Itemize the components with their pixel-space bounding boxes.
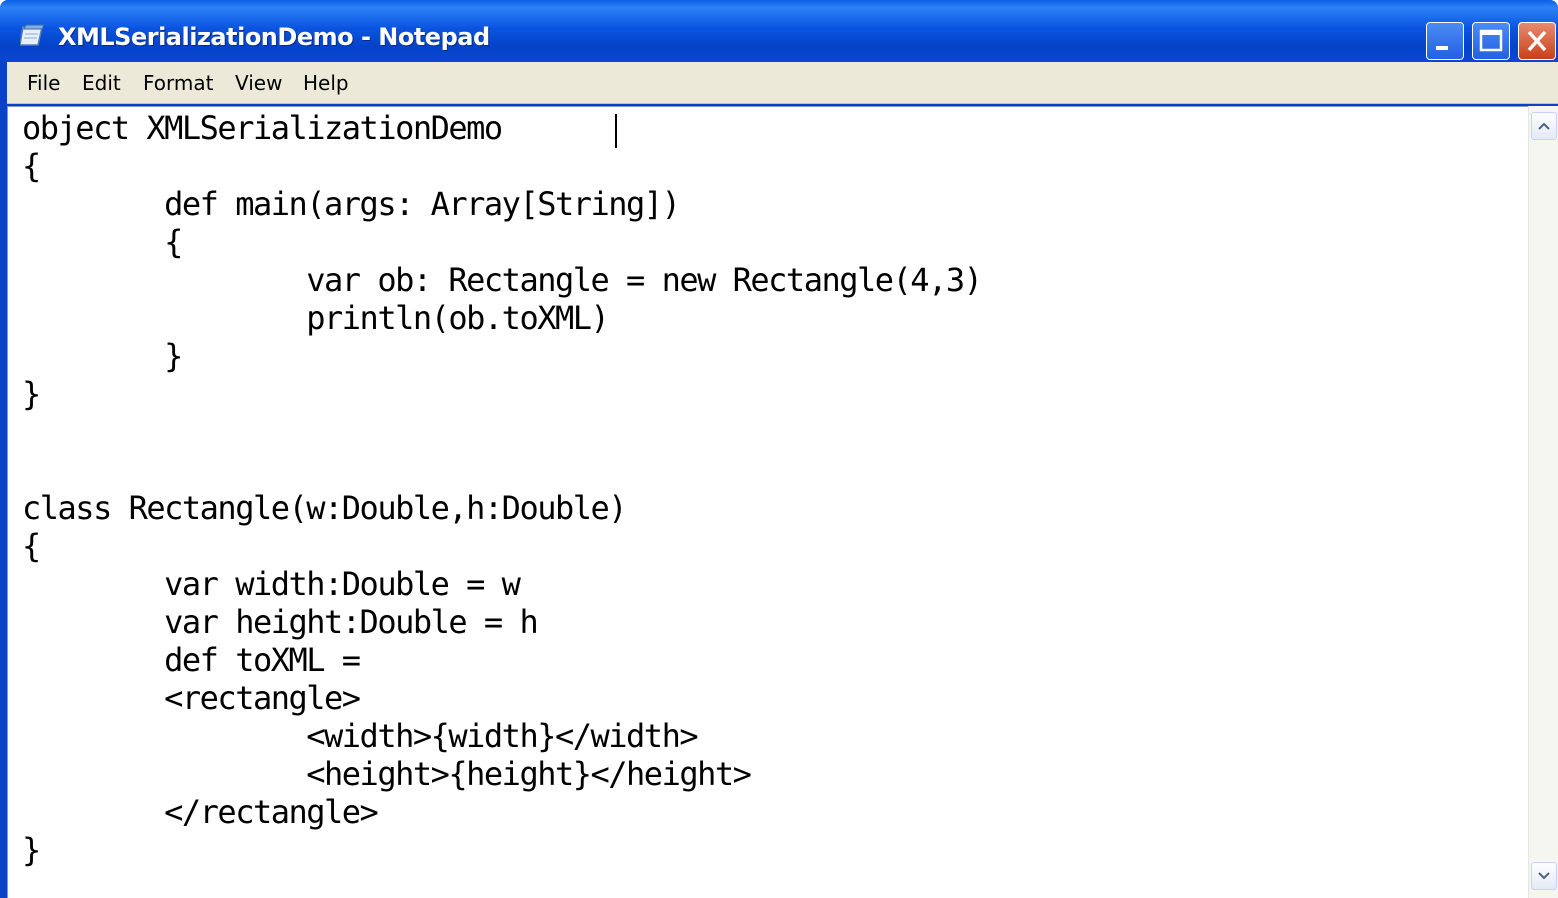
maximize-icon: [1479, 29, 1503, 52]
menu-file[interactable]: File: [27, 70, 60, 96]
editor-text[interactable]: object XMLSerializationDemo { def main(a…: [22, 109, 983, 869]
vertical-scrollbar[interactable]: [1528, 106, 1558, 898]
minimize-icon: [1436, 46, 1448, 50]
menu-format[interactable]: Format: [143, 70, 213, 96]
menu-view[interactable]: View: [235, 70, 282, 96]
maximize-button[interactable]: [1472, 22, 1510, 60]
menu-help[interactable]: Help: [303, 70, 349, 96]
scroll-down-button[interactable]: [1531, 862, 1557, 890]
menu-bar: File Edit Format View Help: [7, 62, 1558, 104]
notepad-icon: [20, 24, 45, 46]
text-caret: [615, 114, 617, 148]
chevron-down-icon: [1538, 872, 1550, 880]
scroll-up-button[interactable]: [1531, 112, 1557, 140]
close-button[interactable]: [1518, 22, 1556, 60]
menu-edit[interactable]: Edit: [82, 70, 121, 96]
minimize-button[interactable]: [1426, 22, 1464, 60]
title-bar[interactable]: XMLSerializationDemo - Notepad: [0, 0, 1558, 62]
close-icon: [1527, 30, 1547, 52]
chevron-up-icon: [1538, 122, 1550, 130]
notepad-window: XMLSerializationDemo - Notepad File Edit…: [0, 0, 1558, 898]
window-title: XMLSerializationDemo - Notepad: [58, 23, 490, 51]
text-editor[interactable]: object XMLSerializationDemo { def main(a…: [7, 106, 1528, 898]
